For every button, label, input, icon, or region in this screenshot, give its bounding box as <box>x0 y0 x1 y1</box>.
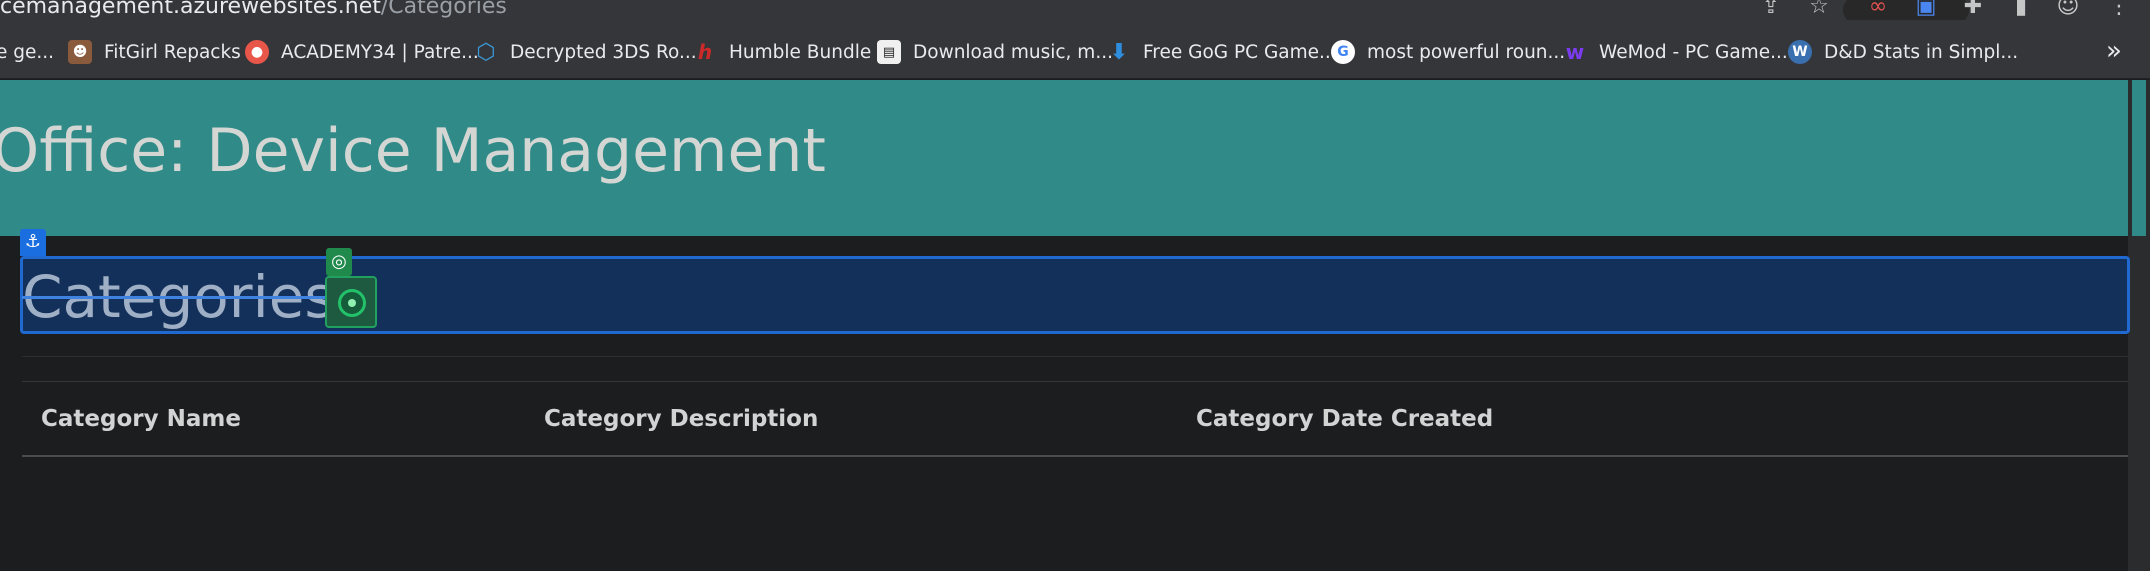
wemod-favicon-icon: w <box>1565 40 1585 64</box>
anchor-icon[interactable]: ⚓ <box>20 229 46 256</box>
bookmark-item[interactable]: h Humble Bundle <box>693 38 871 66</box>
fitgirl-favicon-icon: ☻ <box>68 40 92 64</box>
bookmark-label: Download music, m... <box>913 41 1113 63</box>
divider <box>22 356 2128 357</box>
site-title[interactable]: Office: Device Management <box>0 116 826 186</box>
target-icon[interactable]: ◎ <box>326 248 352 276</box>
bookmark-item[interactable]: ⬡ Decrypted 3DS Ro... <box>474 38 697 66</box>
bookmark-item[interactable]: W D&D Stats in Simpl... <box>1788 38 2018 66</box>
bookmarks-overflow-button[interactable]: » <box>2106 36 2122 66</box>
puzzle-extensions-icon[interactable]: ✚ <box>1960 0 1986 20</box>
bookmark-label: Free GoG PC Game... <box>1143 41 1337 63</box>
bookmark-label: FitGirl Repacks <box>104 41 241 63</box>
bookmark-item[interactable]: w WeMod - PC Game... <box>1563 38 1788 66</box>
extension-blue-icon[interactable]: ▣ <box>1913 0 1939 20</box>
bookmark-item[interactable]: e ge... <box>0 38 54 66</box>
bookmark-item[interactable]: ⬇ Free GoG PC Game... <box>1107 38 1337 66</box>
bookmark-item[interactable]: ● ACADEMY34 | Patre... <box>245 38 479 66</box>
profile-avatar-icon[interactable]: ☺ <box>2055 0 2081 20</box>
glasses-extension-icon[interactable]: ∞ <box>1865 0 1891 20</box>
wordpress-favicon-icon: W <box>1788 40 1812 64</box>
bookmark-label: most powerful roun... <box>1367 41 1566 63</box>
table-header-divider <box>22 455 2128 457</box>
divider <box>22 381 2128 382</box>
bookmark-label: ACADEMY34 | Patre... <box>281 41 479 63</box>
download-site-favicon-icon: ▤ <box>877 40 901 64</box>
bookmark-label: WeMod - PC Game... <box>1599 41 1788 63</box>
record-widget[interactable] <box>325 276 377 328</box>
column-header-category-description[interactable]: Category Description <box>544 406 818 432</box>
site-header: Office: Device Management <box>0 80 2128 236</box>
patreon-favicon-icon: ● <box>245 40 269 64</box>
bookmark-label: e ge... <box>0 41 55 63</box>
share-icon[interactable]: ⇪ <box>1758 0 1784 20</box>
bookmark-label: Decrypted 3DS Ro... <box>510 41 697 63</box>
download-arrow-favicon-icon: ⬇ <box>1109 39 1129 65</box>
menu-kebab-icon[interactable]: ⋮ <box>2106 0 2132 20</box>
bookmark-label: Humble Bundle <box>729 41 872 63</box>
bookmark-item[interactable]: ☻ FitGirl Repacks <box>68 38 241 66</box>
heading-underline <box>22 296 330 299</box>
url-host: cemanagement.azurewebsites.net <box>0 0 381 19</box>
bookmarks-bar: e ge... ☻ FitGirl Repacks ● ACADEMY34 | Pa… <box>0 20 2150 79</box>
address-bar-url[interactable]: cemanagement.azurewebsites.net/Categorie… <box>0 0 507 19</box>
browser-toolbar: cemanagement.azurewebsites.net/Categorie… <box>0 0 2150 24</box>
bookmark-item[interactable]: ▤ Download music, m... <box>877 38 1113 66</box>
bookmark-item[interactable]: Gmost powerful roun... <box>1331 38 1565 66</box>
column-header-category-date-created[interactable]: Category Date Created <box>1196 406 1493 432</box>
url-path: /Categories <box>380 0 507 19</box>
humble-favicon-icon: h <box>697 40 713 64</box>
column-header-category-name[interactable]: Category Name <box>41 406 241 432</box>
sidepanel-icon[interactable]: ▮ <box>2008 0 2034 20</box>
hexagon-favicon-icon: ⬡ <box>476 39 496 65</box>
google-favicon-icon: G <box>1331 40 1355 64</box>
bookmark-label: D&D Stats in Simpl... <box>1824 41 2019 63</box>
record-dot-icon <box>348 299 356 307</box>
scrollbar-thumb[interactable] <box>2132 80 2146 236</box>
star-icon[interactable]: ☆ <box>1806 0 1832 20</box>
